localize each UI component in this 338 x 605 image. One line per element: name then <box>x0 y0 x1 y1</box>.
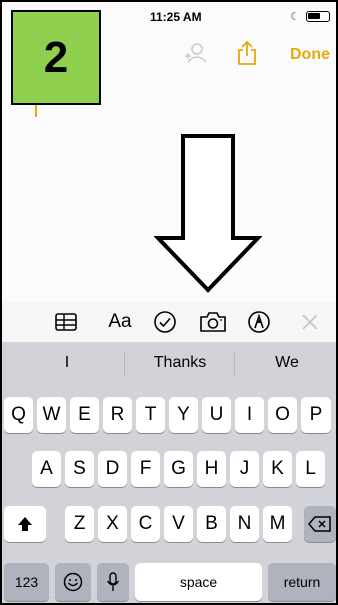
keyboard: I Thanks We Q W E R T Y U I O P A S D F … <box>2 342 336 603</box>
key-t[interactable]: T <box>136 397 165 433</box>
text-cursor <box>35 105 37 117</box>
key-c[interactable]: C <box>131 506 160 542</box>
add-people-icon[interactable] <box>183 42 209 64</box>
done-button[interactable]: Done <box>290 46 330 64</box>
suggestion-1[interactable]: I <box>12 354 122 372</box>
key-v[interactable]: V <box>164 506 193 542</box>
key-r[interactable]: R <box>103 397 132 433</box>
notes-toolbar: Aa <box>2 302 336 342</box>
key-o[interactable]: O <box>268 397 297 433</box>
key-g[interactable]: G <box>164 451 193 487</box>
key-f[interactable]: F <box>131 451 160 487</box>
suggestion-2[interactable]: Thanks <box>130 354 230 372</box>
camera-icon[interactable] <box>199 310 227 334</box>
numbers-key[interactable]: 123 <box>4 563 49 601</box>
key-l[interactable]: L <box>296 451 325 487</box>
step-number-badge: 2 <box>11 10 101 105</box>
emoji-icon <box>63 572 83 592</box>
delete-backspace-icon <box>308 516 331 532</box>
key-j[interactable]: J <box>230 451 259 487</box>
key-n[interactable]: N <box>230 506 259 542</box>
predictive-bar: I Thanks We <box>2 342 336 386</box>
space-key[interactable]: space <box>135 563 262 601</box>
shift-key[interactable] <box>4 506 46 542</box>
key-e[interactable]: E <box>70 397 99 433</box>
key-a[interactable]: A <box>32 451 61 487</box>
share-icon[interactable] <box>236 40 258 66</box>
suggestion-divider <box>234 352 235 376</box>
key-m[interactable]: M <box>263 506 292 542</box>
suggestion-divider <box>124 352 125 376</box>
key-y[interactable]: Y <box>169 397 198 433</box>
return-key[interactable]: return <box>268 563 336 601</box>
key-k[interactable]: K <box>263 451 292 487</box>
close-icon[interactable] <box>300 310 320 334</box>
markup-icon[interactable] <box>247 310 271 334</box>
suggestion-3[interactable]: We <box>244 354 330 372</box>
do-not-disturb-icon: ☾ <box>290 11 300 23</box>
key-q[interactable]: Q <box>4 397 33 433</box>
key-s[interactable]: S <box>65 451 94 487</box>
key-b[interactable]: B <box>197 506 226 542</box>
key-h[interactable]: H <box>197 451 226 487</box>
table-icon[interactable] <box>55 310 77 334</box>
key-d[interactable]: D <box>98 451 127 487</box>
emoji-key[interactable] <box>55 563 91 601</box>
notes-screen: 11:25 AM ☾ 2 Done Aa I Thanks We Q W E R… <box>0 0 338 605</box>
key-p[interactable]: P <box>301 397 331 433</box>
format-text-button[interactable]: Aa <box>106 310 134 334</box>
key-i[interactable]: I <box>235 397 264 433</box>
down-arrow-annotation <box>154 134 262 293</box>
key-w[interactable]: W <box>37 397 66 433</box>
checklist-icon[interactable] <box>153 310 177 334</box>
key-z[interactable]: Z <box>65 506 94 542</box>
shift-icon <box>18 517 32 531</box>
key-u[interactable]: U <box>202 397 231 433</box>
delete-key[interactable] <box>304 506 336 542</box>
dictation-key[interactable] <box>97 563 129 601</box>
key-x[interactable]: X <box>98 506 127 542</box>
battery-icon <box>306 11 330 22</box>
status-time: 11:25 AM <box>150 10 202 24</box>
microphone-icon <box>106 572 120 591</box>
